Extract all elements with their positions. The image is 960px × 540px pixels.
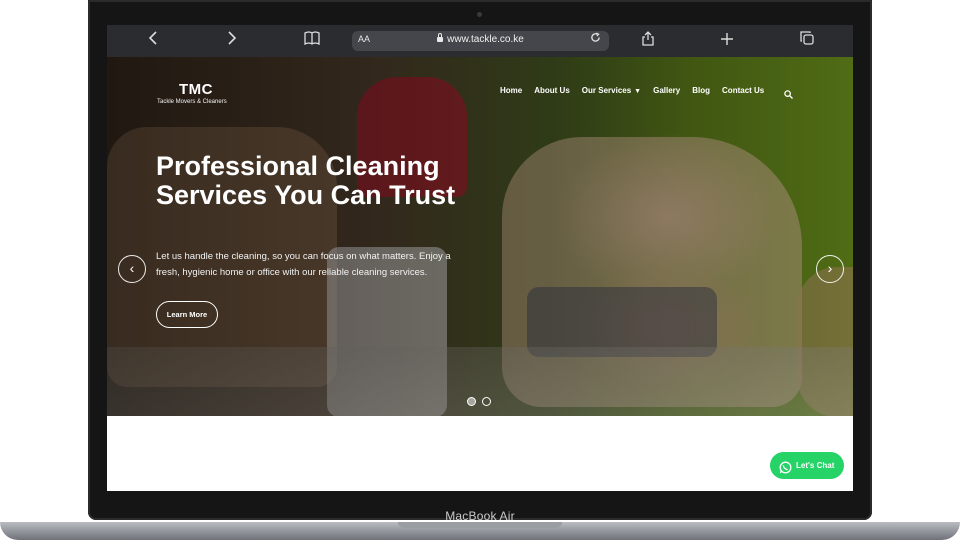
hero-headline: Professional Cleaning Services You Can T… [156, 151, 456, 210]
slider-dots [467, 397, 491, 406]
whatsapp-chat-button[interactable]: Let's Chat [770, 452, 844, 479]
nav-gallery[interactable]: Gallery [653, 86, 680, 100]
slider-dot-2[interactable] [482, 397, 491, 406]
book-icon[interactable] [301, 31, 323, 51]
url-value: www.tackle.co.ke [447, 34, 524, 45]
forward-icon[interactable] [221, 31, 243, 51]
back-icon[interactable] [142, 31, 164, 51]
nav-our-services[interactable]: Our Services ▼ [582, 86, 641, 100]
whatsapp-icon [779, 458, 792, 474]
camera [477, 12, 482, 17]
reload-icon[interactable] [590, 32, 601, 46]
slider-next-button[interactable]: › [816, 255, 844, 283]
lock-icon [437, 33, 444, 42]
url-text: www.tackle.co.ke [352, 33, 609, 45]
search-icon[interactable] [784, 86, 793, 99]
chevron-right-icon: › [827, 260, 833, 276]
share-icon[interactable] [637, 31, 659, 51]
browser-screen: AA www.tackle.co.ke TMC Tackle Movers & … [107, 25, 853, 491]
logo-mark: TMC [179, 81, 213, 98]
address-bar[interactable]: AA www.tackle.co.ke [352, 31, 609, 51]
laptop-base-notch [398, 522, 562, 528]
nav-about-us[interactable]: About Us [534, 86, 570, 100]
browser-toolbar: AA www.tackle.co.ke [107, 25, 853, 57]
tabs-icon[interactable] [796, 31, 818, 51]
nav-blog[interactable]: Blog [692, 86, 710, 100]
chat-label: Let's Chat [796, 461, 835, 470]
hero-slider: TMC Tackle Movers & Cleaners Home About … [107, 57, 853, 416]
main-nav: Home About Us Our Services ▼ Gallery Blog… [500, 86, 776, 100]
chevron-down-icon: ▼ [634, 88, 642, 95]
site-logo[interactable]: TMC Tackle Movers & Cleaners [157, 81, 237, 111]
hero-subtext: Let us handle the cleaning, so you can f… [156, 251, 451, 278]
learn-more-button[interactable]: Learn More [156, 301, 218, 328]
device-model-label: MacBook Air [445, 509, 515, 523]
nav-contact-us[interactable]: Contact Us [722, 86, 764, 100]
chevron-left-icon: ‹ [129, 260, 135, 276]
nav-home[interactable]: Home [500, 86, 522, 100]
slider-prev-button[interactable]: ‹ [118, 255, 146, 283]
logo-text: Tackle Movers & Cleaners [157, 99, 227, 105]
slider-dot-1[interactable] [467, 397, 476, 406]
plus-icon[interactable] [716, 31, 738, 51]
nav-our-services-label: Our Services [581, 86, 632, 95]
